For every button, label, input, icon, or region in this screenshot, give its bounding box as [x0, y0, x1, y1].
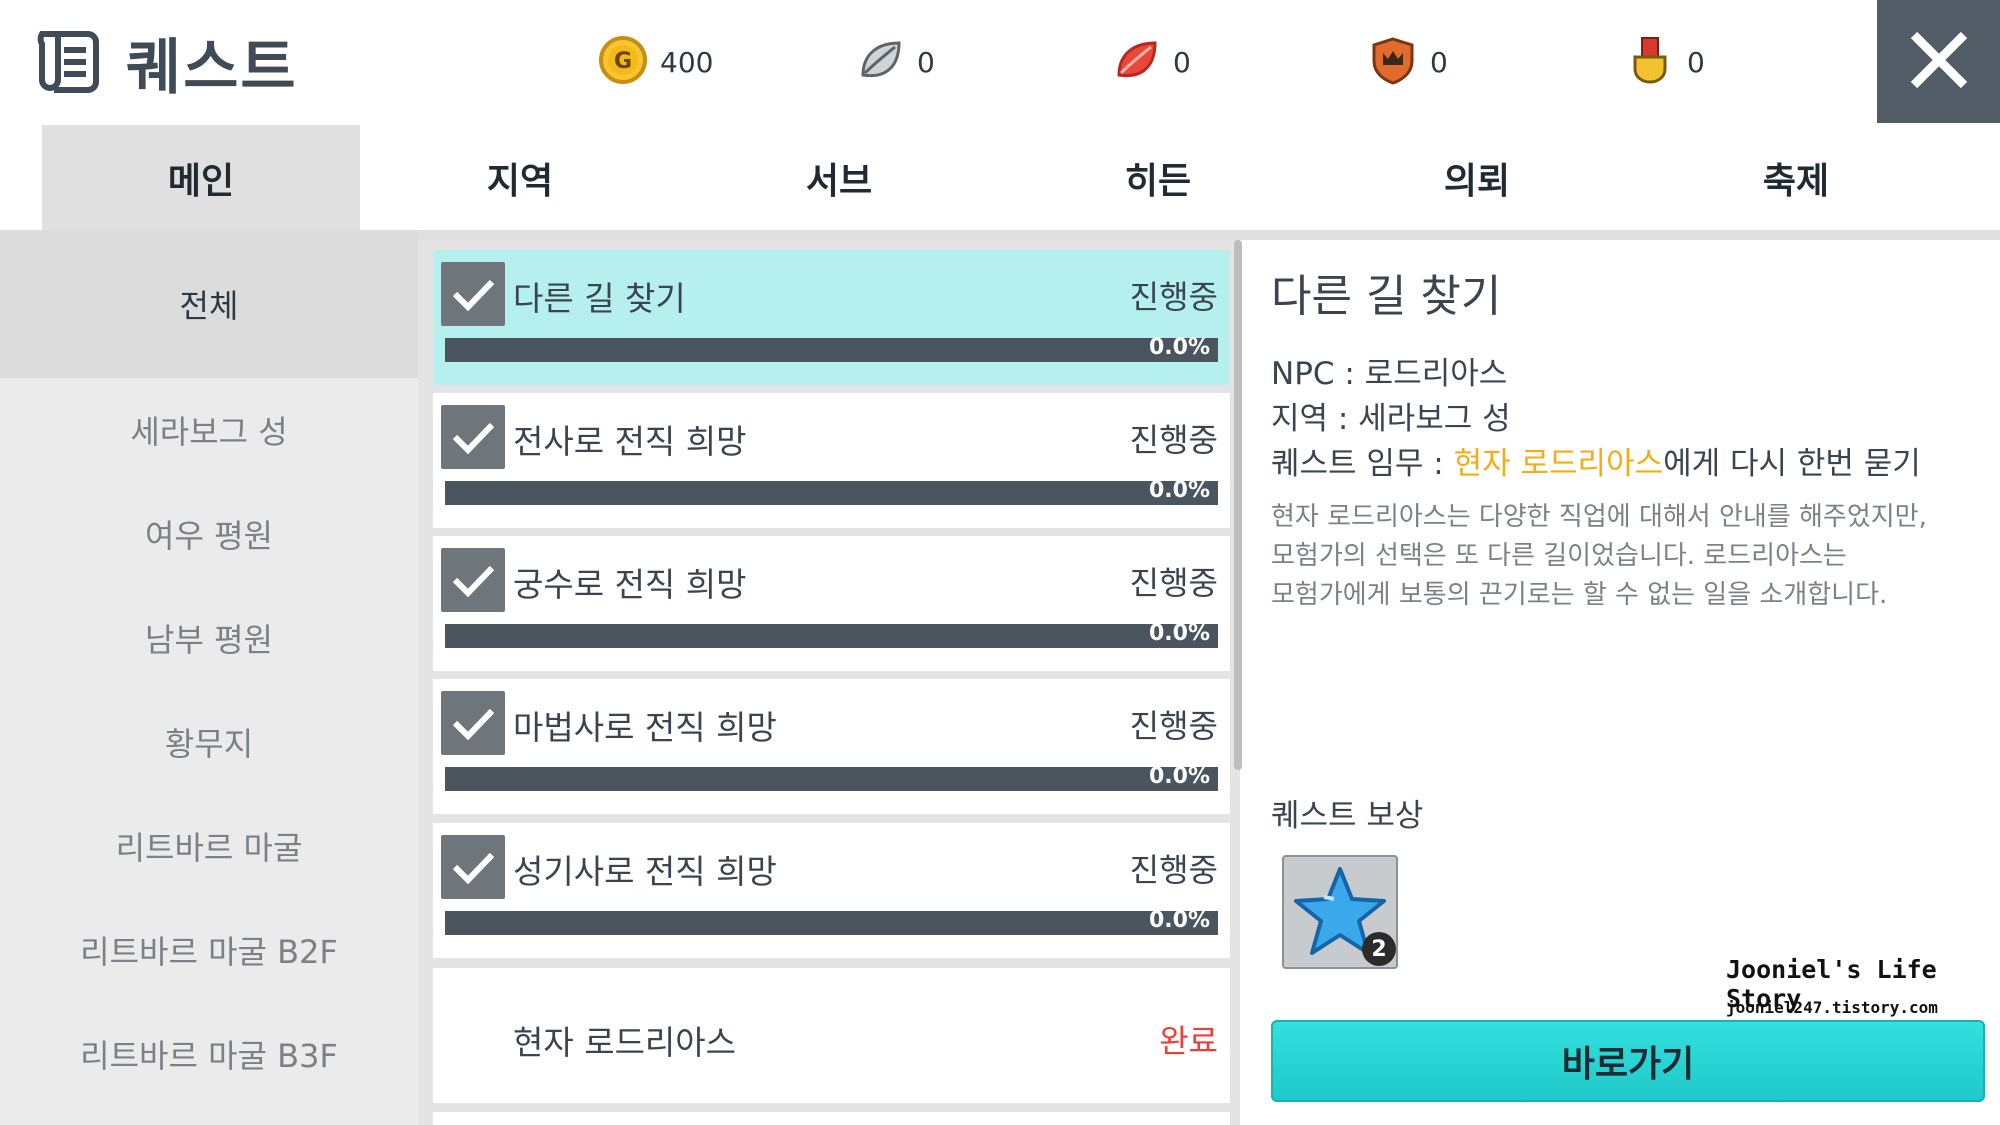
quest-progress-bar: 0.0%: [445, 621, 1218, 648]
currency-crown-shield: 0: [1368, 34, 1448, 90]
quest-progress-bar: 0.0%: [445, 335, 1218, 362]
page-title-group: 퀘스트: [34, 22, 298, 103]
quest-row-completed[interactable]: 현자 로드리아스 완료: [433, 968, 1230, 1103]
currency-gold: G 400: [598, 34, 713, 90]
quest-progress-label: 0.0%: [1148, 478, 1210, 503]
medal-icon: [1625, 35, 1675, 89]
gold-amount: 400: [660, 45, 714, 79]
reward-count-badge: 2: [1362, 932, 1396, 966]
detail-task-prefix: 퀘스트 임무 :: [1271, 446, 1454, 482]
checkbox-icon[interactable]: [441, 835, 505, 899]
sidebar-item-wasteland[interactable]: 황무지: [0, 690, 418, 794]
quest-name: 마법사로 전직 희망: [513, 708, 777, 747]
detail-task-suffix: 에게 다시 한번 묻기: [1663, 446, 1921, 482]
silver-leaf-icon: [855, 35, 905, 89]
quest-progress-label: 0.0%: [1148, 764, 1210, 789]
quest-status: 진행중: [1129, 707, 1218, 745]
medal-amount: 0: [1687, 45, 1705, 79]
quest-row[interactable]: 마법사로 전직 희망 진행중 0.0%: [433, 679, 1230, 814]
currency-red-leaf: 0: [1111, 34, 1191, 90]
detail-task-npc-highlight: 현자 로드리아스: [1453, 446, 1664, 482]
checkbox-icon[interactable]: [441, 548, 505, 612]
quest-name: 궁수로 전직 희망: [513, 565, 747, 604]
tab-festival[interactable]: 축제: [1637, 125, 1955, 230]
sidebar-item-all[interactable]: 전체: [0, 230, 418, 378]
currency-medal: 0: [1625, 34, 1705, 90]
top-bar: 퀘스트 G 400 0 0 0 0: [0, 0, 2000, 125]
reward-title: 퀘스트 보상: [1271, 798, 1424, 834]
quest-status: 진행중: [1129, 851, 1218, 889]
crown-shield-amount: 0: [1430, 45, 1448, 79]
quest-list-scrollbar[interactable]: [1234, 240, 1242, 770]
red-leaf-icon: [1111, 35, 1161, 89]
quest-name: 성기사로 전직 희망: [513, 852, 777, 891]
close-icon: [1906, 27, 1972, 97]
quest-row[interactable]: 궁수로 전직 희망 진행중 0.0%: [433, 536, 1230, 671]
reward-item[interactable]: 2: [1282, 855, 1398, 969]
detail-task: 퀘스트 임무 : 현자 로드리아스에게 다시 한번 묻기: [1271, 438, 1921, 483]
category-tabs: 메인 지역 서브 히든 의뢰 축제: [0, 125, 2000, 230]
page-title: 퀘스트: [126, 32, 298, 103]
sidebar-item-litvar-cave[interactable]: 리트바르 마굴: [0, 794, 418, 898]
quest-name: 현자 로드리아스: [513, 1023, 737, 1062]
tab-region[interactable]: 지역: [361, 125, 679, 230]
description-line: 모험가에게 보통의 끈기로는 할 수 없는 일을 소개합니다.: [1271, 580, 1888, 610]
quest-progress-label: 0.0%: [1148, 621, 1210, 646]
quest-progress-bar: 0.0%: [445, 908, 1218, 935]
quest-name: 다른 길 찾기: [513, 279, 686, 318]
quest-progress-bar: 0.0%: [445, 764, 1218, 791]
scroll-icon: [34, 24, 106, 100]
checkbox-icon[interactable]: [441, 691, 505, 755]
quest-progress-bar: 0.0%: [445, 478, 1218, 505]
detail-npc: NPC : 로드리아스: [1271, 356, 1508, 392]
watermark-url: jooniel247.tistory.com: [1726, 998, 1938, 1017]
sidebar-item-litvar-cave-b2f[interactable]: 리트바르 마굴 B2F: [0, 898, 418, 1002]
sidebar-item-litvar-cave-b3f[interactable]: 리트바르 마굴 B3F: [0, 1002, 418, 1106]
quest-row-partial: [433, 1112, 1230, 1125]
quest-status-complete: 완료: [1159, 1022, 1218, 1060]
checkbox-icon[interactable]: [441, 262, 505, 326]
detail-region: 지역 : 세라보그 성: [1271, 401, 1511, 437]
red-leaf-amount: 0: [1173, 45, 1191, 79]
quest-status: 진행중: [1129, 564, 1218, 602]
detail-description: 현자 로드리아스는 다양한 직업에 대해서 안내를 해주었지만, 모험가의 선택…: [1271, 498, 1991, 615]
checkbox-icon[interactable]: [441, 405, 505, 469]
description-line: 현자 로드리아스는 다양한 직업에 대해서 안내를 해주었지만,: [1271, 502, 1927, 532]
quest-row[interactable]: 다른 길 찾기 진행중 0.0%: [433, 250, 1230, 385]
close-button[interactable]: [1877, 0, 2000, 123]
silver-leaf-amount: 0: [917, 45, 935, 79]
go-to-button[interactable]: 바로가기: [1271, 1020, 1985, 1102]
gold-coin-icon: G: [598, 35, 648, 89]
tab-sub[interactable]: 서브: [680, 125, 998, 230]
crown-shield-icon: [1368, 35, 1418, 89]
region-sidebar: 전체 세라보그 성 여우 평원 남부 평원 황무지 리트바르 마굴 리트바르 마…: [0, 230, 418, 1125]
tab-hidden[interactable]: 히든: [999, 125, 1317, 230]
quest-row[interactable]: 전사로 전직 희망 진행중 0.0%: [433, 393, 1230, 528]
sidebar-item-south-plain[interactable]: 남부 평원: [0, 586, 418, 690]
quest-progress-label: 0.0%: [1148, 908, 1210, 933]
tab-main[interactable]: 메인: [42, 125, 360, 230]
sidebar-item-serabog-castle[interactable]: 세라보그 성: [0, 378, 418, 482]
quest-status: 진행중: [1129, 278, 1218, 316]
quest-progress-label: 0.0%: [1148, 335, 1210, 360]
sidebar-item-fox-plain[interactable]: 여우 평원: [0, 482, 418, 586]
tab-request[interactable]: 의뢰: [1318, 125, 1636, 230]
quest-status: 진행중: [1129, 421, 1218, 459]
quest-row[interactable]: 성기사로 전직 희망 진행중 0.0%: [433, 823, 1230, 958]
detail-title: 다른 길 찾기: [1271, 271, 1502, 322]
currency-silver-leaf: 0: [855, 34, 935, 90]
description-line: 모험가의 선택은 또 다른 길이었습니다. 로드리아스는: [1271, 541, 1847, 571]
svg-text:G: G: [614, 49, 632, 74]
quest-detail-panel: 다른 길 찾기 NPC : 로드리아스 지역 : 세라보그 성 퀘스트 임무 :…: [1249, 240, 2000, 1125]
quest-name: 전사로 전직 희망: [513, 422, 747, 461]
